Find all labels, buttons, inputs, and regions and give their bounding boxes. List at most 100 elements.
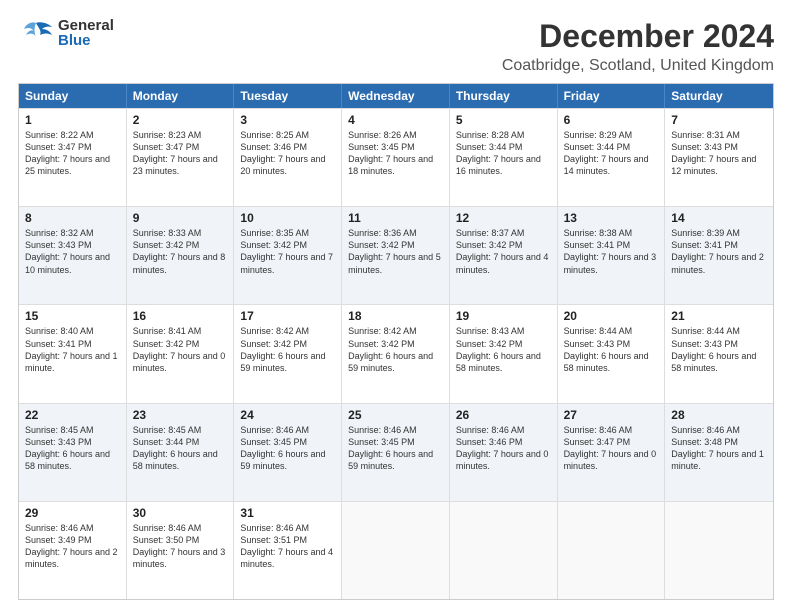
cal-header-day: Tuesday [234,84,342,108]
calendar-cell: 12 Sunrise: 8:37 AM Sunset: 3:42 PM Dayli… [450,207,558,304]
day-number: 5 [456,113,551,127]
calendar-cell: 6Sunrise: 8:29 AM Sunset: 3:44 PM Daylig… [558,109,666,206]
calendar-cell: 15Sunrise: 8:40 AM Sunset: 3:41 PM Dayli… [19,305,127,402]
calendar-cell [558,502,666,599]
day-number: 8 [25,211,120,225]
day-number: 12 [456,211,551,225]
cell-details: Sunrise: 8:42 AM Sunset: 3:42 PM Dayligh… [240,325,335,374]
calendar-cell: 20 Sunrise: 8:44 AM Sunset: 3:43 PM Dayli… [558,305,666,402]
day-number: 14 [671,211,767,225]
calendar-cell: 4 Sunrise: 8:26 AM Sunset: 3:45 PM Daylig… [342,109,450,206]
cell-details: Sunrise: 8:33 AM Sunset: 3:42 PM Dayligh… [133,227,228,276]
calendar-cell: 9 Sunrise: 8:33 AM Sunset: 3:42 PM Daylig… [127,207,235,304]
calendar-cell: 14 Sunrise: 8:39 AM Sunset: 3:41 PM Dayli… [665,207,773,304]
day-number: 2 [133,113,228,127]
cell-details: Sunrise: 8:23 AM Sunset: 3:47 PM Dayligh… [133,129,228,178]
calendar-cell: 1Sunrise: 8:22 AM Sunset: 3:47 PM Daylig… [19,109,127,206]
page: General Blue December 2024 Coatbridge, S… [0,0,792,612]
calendar-cell: 17Sunrise: 8:42 AM Sunset: 3:42 PM Dayli… [234,305,342,402]
calendar-cell [665,502,773,599]
cell-details: Sunrise: 8:45 AM Sunset: 3:44 PM Dayligh… [133,424,228,473]
cal-header-day: Friday [558,84,666,108]
day-number: 1 [25,113,120,127]
cell-details: Sunrise: 8:42 AM Sunset: 3:42 PM Dayligh… [348,325,443,374]
calendar-cell: 2 Sunrise: 8:23 AM Sunset: 3:47 PM Daylig… [127,109,235,206]
calendar-cell: 30Sunrise: 8:46 AM Sunset: 3:50 PM Dayli… [127,502,235,599]
cal-header-day: Saturday [665,84,773,108]
day-number: 9 [133,211,228,225]
calendar-cell: 27Sunrise: 8:46 AM Sunset: 3:47 PM Dayli… [558,404,666,501]
calendar-row: 8 Sunrise: 8:32 AM Sunset: 3:43 PM Daylig… [19,206,773,304]
calendar-cell: 29 Sunrise: 8:46 AM Sunset: 3:49 PM Dayli… [19,502,127,599]
logo-blue: Blue [58,33,114,48]
day-number: 27 [564,408,659,422]
calendar-row: 15Sunrise: 8:40 AM Sunset: 3:41 PM Dayli… [19,304,773,402]
day-number: 15 [25,309,120,323]
cal-header-day: Sunday [19,84,127,108]
day-number: 26 [456,408,551,422]
day-number: 7 [671,113,767,127]
cell-details: Sunrise: 8:43 AM Sunset: 3:42 PM Dayligh… [456,325,551,374]
calendar-body: 1Sunrise: 8:22 AM Sunset: 3:47 PM Daylig… [19,108,773,599]
logo-text: General Blue [58,18,114,48]
calendar-row: 22 Sunrise: 8:45 AM Sunset: 3:43 PM Dayli… [19,403,773,501]
header: General Blue December 2024 Coatbridge, S… [18,18,774,75]
calendar-cell: 22 Sunrise: 8:45 AM Sunset: 3:43 PM Dayli… [19,404,127,501]
cell-details: Sunrise: 8:37 AM Sunset: 3:42 PM Dayligh… [456,227,551,276]
calendar-row: 1Sunrise: 8:22 AM Sunset: 3:47 PM Daylig… [19,108,773,206]
cell-details: Sunrise: 8:46 AM Sunset: 3:46 PM Dayligh… [456,424,551,473]
main-title: December 2024 [502,18,774,55]
day-number: 31 [240,506,335,520]
calendar-cell: 10Sunrise: 8:35 AM Sunset: 3:42 PM Dayli… [234,207,342,304]
calendar-cell: 28 Sunrise: 8:46 AM Sunset: 3:48 PM Dayli… [665,404,773,501]
cell-details: Sunrise: 8:39 AM Sunset: 3:41 PM Dayligh… [671,227,767,276]
cal-header-day: Wednesday [342,84,450,108]
cell-details: Sunrise: 8:45 AM Sunset: 3:43 PM Dayligh… [25,424,120,473]
day-number: 19 [456,309,551,323]
logo: General Blue [18,18,114,48]
calendar-cell: 19 Sunrise: 8:43 AM Sunset: 3:42 PM Dayli… [450,305,558,402]
cell-details: Sunrise: 8:46 AM Sunset: 3:45 PM Dayligh… [348,424,443,473]
cell-details: Sunrise: 8:46 AM Sunset: 3:51 PM Dayligh… [240,522,335,571]
cell-details: Sunrise: 8:32 AM Sunset: 3:43 PM Dayligh… [25,227,120,276]
cell-details: Sunrise: 8:36 AM Sunset: 3:42 PM Dayligh… [348,227,443,276]
calendar-cell: 7 Sunrise: 8:31 AM Sunset: 3:43 PM Daylig… [665,109,773,206]
day-number: 25 [348,408,443,422]
calendar-cell: 24Sunrise: 8:46 AM Sunset: 3:45 PM Dayli… [234,404,342,501]
cell-details: Sunrise: 8:25 AM Sunset: 3:46 PM Dayligh… [240,129,335,178]
calendar-cell: 26 Sunrise: 8:46 AM Sunset: 3:46 PM Dayli… [450,404,558,501]
calendar-cell: 11 Sunrise: 8:36 AM Sunset: 3:42 PM Dayli… [342,207,450,304]
cell-details: Sunrise: 8:29 AM Sunset: 3:44 PM Dayligh… [564,129,659,178]
day-number: 16 [133,309,228,323]
day-number: 13 [564,211,659,225]
cell-details: Sunrise: 8:46 AM Sunset: 3:45 PM Dayligh… [240,424,335,473]
subtitle: Coatbridge, Scotland, United Kingdom [502,57,774,75]
calendar-cell [450,502,558,599]
calendar-cell: 16 Sunrise: 8:41 AM Sunset: 3:42 PM Dayli… [127,305,235,402]
cell-details: Sunrise: 8:41 AM Sunset: 3:42 PM Dayligh… [133,325,228,374]
cell-details: Sunrise: 8:46 AM Sunset: 3:48 PM Dayligh… [671,424,767,473]
day-number: 10 [240,211,335,225]
day-number: 4 [348,113,443,127]
calendar-cell: 8 Sunrise: 8:32 AM Sunset: 3:43 PM Daylig… [19,207,127,304]
cell-details: Sunrise: 8:26 AM Sunset: 3:45 PM Dayligh… [348,129,443,178]
calendar-cell: 23Sunrise: 8:45 AM Sunset: 3:44 PM Dayli… [127,404,235,501]
calendar-row: 29 Sunrise: 8:46 AM Sunset: 3:49 PM Dayli… [19,501,773,599]
cell-details: Sunrise: 8:44 AM Sunset: 3:43 PM Dayligh… [564,325,659,374]
calendar-cell: 25 Sunrise: 8:46 AM Sunset: 3:45 PM Dayli… [342,404,450,501]
day-number: 22 [25,408,120,422]
day-number: 29 [25,506,120,520]
calendar-cell: 21Sunrise: 8:44 AM Sunset: 3:43 PM Dayli… [665,305,773,402]
day-number: 20 [564,309,659,323]
day-number: 11 [348,211,443,225]
cell-details: Sunrise: 8:44 AM Sunset: 3:43 PM Dayligh… [671,325,767,374]
calendar-cell: 5Sunrise: 8:28 AM Sunset: 3:44 PM Daylig… [450,109,558,206]
day-number: 28 [671,408,767,422]
logo-general: General [58,18,114,33]
day-number: 18 [348,309,443,323]
day-number: 30 [133,506,228,520]
calendar-cell: 18 Sunrise: 8:42 AM Sunset: 3:42 PM Dayli… [342,305,450,402]
cell-details: Sunrise: 8:46 AM Sunset: 3:49 PM Dayligh… [25,522,120,571]
title-area: December 2024 Coatbridge, Scotland, Unit… [502,18,774,75]
cell-details: Sunrise: 8:31 AM Sunset: 3:43 PM Dayligh… [671,129,767,178]
